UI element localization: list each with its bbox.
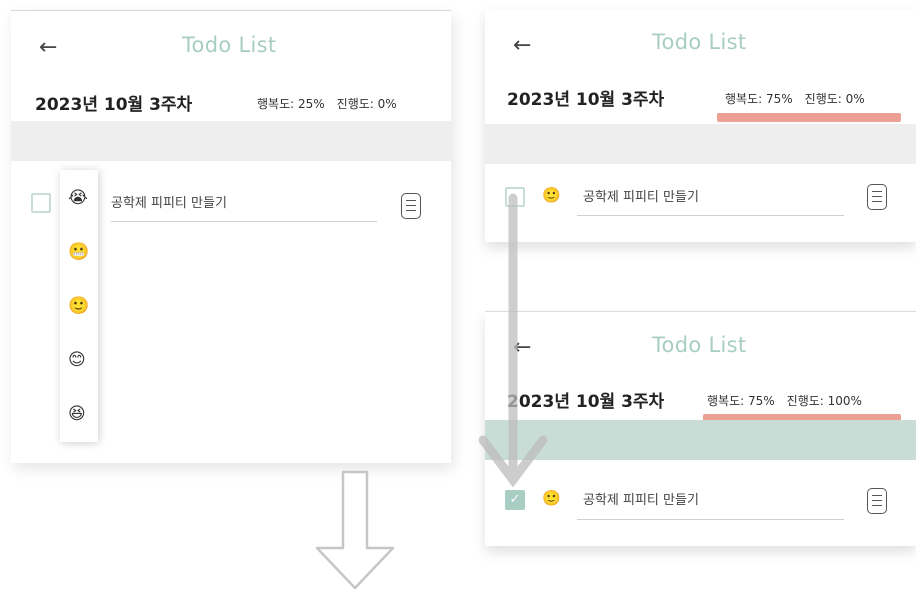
week-label: 2023년 10월 3주차 bbox=[35, 95, 193, 115]
smiling-face-icon[interactable]: 😊 bbox=[68, 352, 86, 369]
stats-row: 행복도: 75% 진행도: 0% bbox=[725, 90, 865, 107]
week-label: 2023년 10월 3주차 bbox=[507, 90, 665, 110]
todo-checkbox[interactable] bbox=[31, 193, 51, 213]
page-title: Todo List bbox=[182, 33, 277, 57]
slightly-smiling-face-icon[interactable]: 🙂 bbox=[68, 298, 89, 315]
task-underline bbox=[111, 221, 377, 222]
progress-band bbox=[11, 121, 451, 161]
progress-stat: 진행도: 0% bbox=[336, 97, 397, 111]
stats-row: 행복도: 75% 진행도: 100% bbox=[707, 392, 862, 409]
emoji-picker: 😭 😬 🙂 😊 😆 bbox=[60, 170, 98, 442]
highlight-underline bbox=[717, 113, 901, 122]
progress-band bbox=[485, 124, 916, 164]
task-underline bbox=[577, 519, 844, 520]
page-title: Todo List bbox=[652, 333, 747, 357]
task-underline bbox=[577, 215, 844, 216]
task-text[interactable]: 공학제 피피티 만들기 bbox=[583, 186, 699, 205]
transition-arrow-down-icon bbox=[315, 470, 395, 590]
happiness-stat: 행복도: 25% bbox=[257, 97, 325, 111]
happiness-stat: 행복도: 75% bbox=[707, 394, 775, 408]
crying-face-icon[interactable]: 😭 bbox=[68, 190, 88, 207]
flow-arrow-down-icon bbox=[478, 193, 548, 488]
task-text[interactable]: 공학제 피피티 만들기 bbox=[111, 192, 227, 211]
stats-row: 행복도: 25% 진행도: 0% bbox=[257, 95, 397, 112]
back-arrow-icon[interactable]: ← bbox=[513, 35, 531, 57]
task-text[interactable]: 공학제 피피티 만들기 bbox=[583, 489, 699, 508]
back-arrow-icon[interactable]: ← bbox=[39, 37, 57, 59]
progress-stat: 진행도: 0% bbox=[804, 92, 865, 106]
memo-icon[interactable] bbox=[867, 184, 887, 210]
memo-icon[interactable] bbox=[867, 488, 887, 514]
happiness-stat: 행복도: 75% bbox=[725, 92, 793, 106]
grinning-face-icon[interactable]: 😆 bbox=[68, 406, 86, 423]
progress-stat: 진행도: 100% bbox=[786, 394, 862, 408]
page-title: Todo List bbox=[652, 30, 747, 54]
grimacing-face-icon[interactable]: 😬 bbox=[68, 244, 89, 261]
memo-icon[interactable] bbox=[401, 193, 421, 219]
